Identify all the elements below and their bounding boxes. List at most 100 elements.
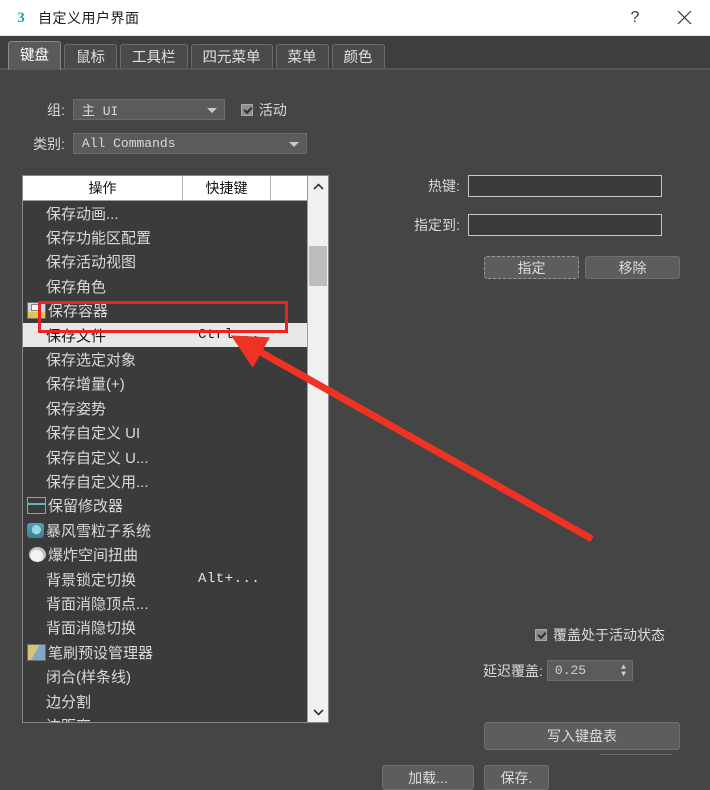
- spinner-down-icon[interactable]: ▼: [621, 670, 626, 678]
- group-row: 组: 主 UI 活动: [47, 99, 287, 120]
- question-mark-icon: ?: [630, 8, 640, 26]
- list-item[interactable]: 保存容器: [23, 299, 308, 323]
- list-item-label: 保存自定义 UI: [46, 425, 141, 443]
- column-header-extra[interactable]: [271, 176, 308, 200]
- list-item-label: 边分割: [46, 693, 92, 711]
- command-list[interactable]: 操作 快捷键 保存动画... 保存功能区配置 保存活动视图 保存角色 保存容器 …: [22, 175, 329, 723]
- list-item[interactable]: 保存增量(+): [23, 372, 308, 396]
- row-icon: [27, 669, 44, 684]
- override-delay-row: 延迟覆盖: 0.25 ▲ ▼: [483, 660, 633, 681]
- load-button[interactable]: 加载...: [382, 765, 474, 790]
- list-item[interactable]: 笔刷预设管理器: [23, 640, 308, 664]
- checkbox-check-icon: [535, 629, 547, 641]
- scroll-up-button[interactable]: [308, 176, 328, 197]
- override-active-label: 覆盖处于活动状态: [553, 627, 665, 643]
- override-delay-label: 延迟覆盖:: [483, 662, 543, 679]
- bomb-icon: [29, 547, 46, 563]
- assign-to-input[interactable]: [467, 214, 662, 236]
- list-item[interactable]: 保存活动视图: [23, 250, 308, 274]
- list-item[interactable]: 闭合(样条线): [23, 664, 308, 688]
- list-item-label: 保存功能区配置: [46, 230, 152, 248]
- scroll-down-button[interactable]: [308, 701, 328, 722]
- help-button[interactable]: ?: [612, 0, 658, 36]
- app-icon-glyph: 3: [17, 9, 25, 26]
- list-item[interactable]: 保存角色: [23, 274, 308, 298]
- list-item[interactable]: 保存自定义 U...: [23, 445, 308, 469]
- column-header-shortcut[interactable]: 快捷键: [183, 176, 271, 200]
- active-checkbox[interactable]: 活动: [240, 100, 287, 120]
- list-item-shortcut: Ctrl...: [198, 327, 261, 344]
- list-item-label: 笔刷预设管理器: [48, 644, 154, 662]
- list-item-label: 保存文件: [46, 327, 107, 345]
- window-controls: ?: [612, 0, 710, 36]
- list-item[interactable]: 边距离: [23, 713, 308, 722]
- row-icon: [27, 401, 44, 416]
- list-item-label: 保存自定义用...: [46, 473, 149, 491]
- remove-button[interactable]: 移除: [585, 256, 680, 279]
- category-dropdown[interactable]: All Commands: [72, 133, 307, 154]
- assign-button[interactable]: 指定: [484, 256, 579, 279]
- grid-icon: [27, 497, 46, 515]
- list-item[interactable]: 保存功能区配置: [23, 225, 308, 249]
- list-scrollbar[interactable]: [307, 176, 328, 722]
- row-icon: [27, 206, 44, 221]
- row-icon: [27, 425, 44, 440]
- assign-to-row: 指定到:: [414, 214, 662, 236]
- override-active-checkbox[interactable]: 覆盖处于活动状态: [535, 625, 665, 645]
- list-item[interactable]: 保存自定义 UI: [23, 421, 308, 445]
- list-item-label: 闭合(样条线): [46, 669, 131, 687]
- list-item[interactable]: 背面消隐切换: [23, 616, 308, 640]
- list-item[interactable]: 背面消隐顶点...: [23, 591, 308, 615]
- list-item[interactable]: 边分割: [23, 689, 308, 713]
- list-item[interactable]: 保存姿势: [23, 396, 308, 420]
- tab-list: 键盘 鼠标 工具栏 四元菜单 菜单 颜色: [8, 40, 388, 70]
- tab-keyboard[interactable]: 键盘: [8, 41, 61, 70]
- hotkey-label: 热键:: [428, 178, 460, 194]
- list-item[interactable]: 保存选定对象: [23, 347, 308, 371]
- assign-to-label: 指定到:: [414, 217, 460, 233]
- list-item-shortcut: Alt+...: [198, 571, 261, 588]
- hotkey-row: 热键:: [428, 175, 662, 197]
- write-keyboard-chart-button[interactable]: 写入键盘表: [484, 722, 680, 750]
- list-item[interactable]: 保留修改器: [23, 494, 308, 518]
- title-bar: 3 自定义用户界面 ?: [0, 0, 710, 36]
- row-icon: [27, 596, 44, 611]
- column-header-action[interactable]: 操作: [23, 176, 183, 200]
- max3-icon: 3: [12, 9, 30, 27]
- list-item-selected[interactable]: 保存文件 Ctrl...: [23, 322, 308, 348]
- hotkey-input[interactable]: [467, 175, 662, 197]
- list-header: 操作 快捷键: [23, 176, 328, 201]
- row-icon: [27, 474, 44, 489]
- list-item[interactable]: 保存动画...: [23, 201, 308, 225]
- tab-colors[interactable]: 颜色: [331, 44, 385, 70]
- list-item-label: 背景锁定切换: [46, 571, 137, 589]
- tab-toolbar[interactable]: 工具栏: [120, 44, 188, 70]
- list-item[interactable]: 暴风雪粒子系统: [23, 518, 308, 542]
- window-title: 自定义用户界面: [38, 9, 140, 26]
- list-item-label: 保存动画...: [46, 205, 119, 223]
- tab-mouse[interactable]: 鼠标: [64, 44, 117, 70]
- chevron-down-icon: [312, 708, 324, 716]
- scrollbar-thumb[interactable]: [309, 246, 327, 286]
- list-item-label: 保存容器: [48, 303, 109, 321]
- active-checkbox-label: 活动: [258, 101, 287, 118]
- close-button[interactable]: [658, 0, 710, 36]
- list-item[interactable]: 背景锁定切换 Alt+...: [23, 567, 308, 591]
- dialog-body: 组: 主 UI 活动 类别: All Commands 操作 快捷键 保存动画.…: [0, 70, 710, 790]
- override-delay-stepper[interactable]: 0.25 ▲ ▼: [546, 660, 633, 681]
- save-button[interactable]: 保存.: [484, 765, 549, 790]
- tab-menu[interactable]: 菜单: [275, 44, 329, 70]
- snow-icon: [27, 522, 44, 538]
- list-item-label: 保存选定对象: [46, 352, 137, 370]
- category-row: 类别: All Commands: [33, 133, 307, 154]
- chevron-down-icon: [206, 107, 217, 113]
- tab-quad-menu[interactable]: 四元菜单: [190, 44, 273, 70]
- spinner-arrows-icon[interactable]: ▲ ▼: [621, 663, 626, 678]
- group-dropdown[interactable]: 主 UI: [72, 99, 225, 120]
- list-item[interactable]: 保存自定义用...: [23, 469, 308, 493]
- list-item[interactable]: 爆炸空间扭曲: [23, 542, 308, 566]
- list-rows: 保存动画... 保存功能区配置 保存活动视图 保存角色 保存容器 保存文件 Ct…: [23, 201, 308, 722]
- brush-icon: [27, 643, 46, 661]
- row-icon: [27, 254, 44, 269]
- row-icon: [27, 718, 44, 722]
